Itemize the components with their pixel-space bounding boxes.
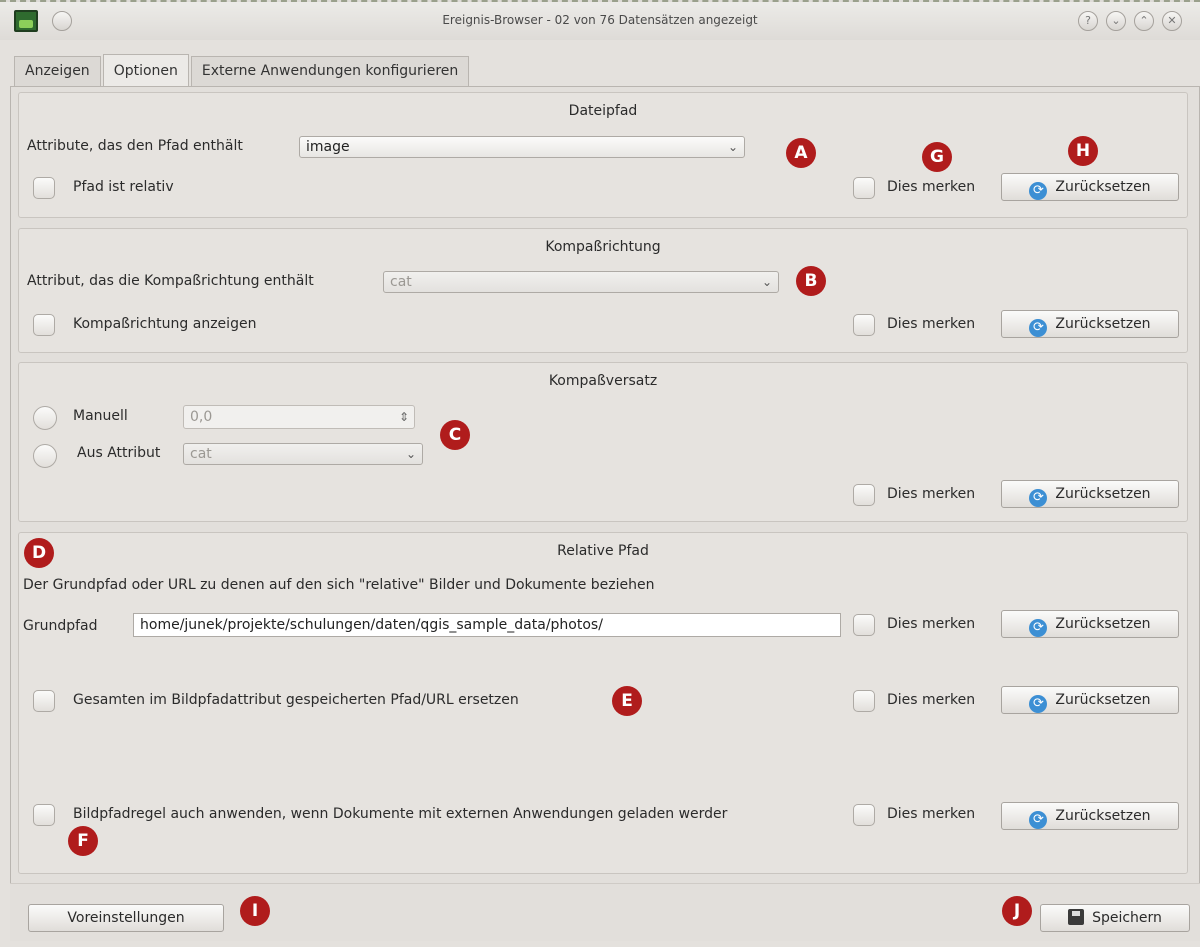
path-attribute-value: image [306,139,350,155]
annotation-marker-i: I [240,896,270,926]
remember-label-dateipfad: Dies merken [887,179,976,195]
annotation-marker-a: A [786,138,816,168]
refresh-icon: ⟳ [1029,319,1048,337]
remember-checkbox-grundpfad[interactable] [853,614,875,636]
from-attribute-label: Aus Attribut [77,445,161,461]
remember-checkbox-dateipfad[interactable] [853,177,875,199]
annotation-marker-c: C [440,420,470,450]
spin-updown-icon: ⇕ [398,410,409,424]
remember-label-kompassrichtung: Dies merken [887,316,976,332]
tab-optionen[interactable]: Optionen [102,54,189,86]
group-relative-pfad: Relative Pfad Der Grundpfad oder URL zu … [18,532,1188,874]
reset-label: Zurücksetzen [1055,486,1151,502]
base-path-label: Grundpfad [23,618,98,634]
reset-button-apply[interactable]: ⟳ Zurücksetzen [1001,802,1179,830]
path-attribute-label: Attribute, das den Pfad enthält [27,138,243,154]
group-title-dateipfad: Dateipfad [568,103,638,119]
compass-attribute-value: cat [390,274,412,290]
minimize-button[interactable]: ⌄ [1106,11,1126,31]
path-relative-checkbox[interactable] [33,177,55,199]
save-button[interactable]: Speichern [1040,904,1190,932]
reset-button-replace[interactable]: ⟳ Zurücksetzen [1001,686,1179,714]
reset-button-kompassrichtung[interactable]: ⟳ Zurücksetzen [1001,310,1179,338]
tab-externe-anwendungen[interactable]: Externe Anwendungen konfigurieren [190,56,470,86]
manual-offset-value: 0,0 [190,409,213,425]
refresh-icon: ⟳ [1029,695,1048,713]
annotation-marker-h: H [1068,136,1098,166]
annotation-marker-e: E [612,686,642,716]
help-button[interactable]: ? [1078,11,1098,31]
reset-label: Zurücksetzen [1055,179,1151,195]
chevron-down-icon: ⌄ [405,447,416,461]
remember-label-replace: Dies merken [887,692,976,708]
group-kompassversatz: Kompaßversatz Manuell 0,0 ⇕ Aus Attribut… [18,362,1188,522]
from-attribute-select[interactable]: cat ⌄ [183,443,423,465]
reset-button-dateipfad[interactable]: ⟳ Zurücksetzen [1001,173,1179,201]
compass-show-checkbox[interactable] [33,314,55,336]
annotation-marker-g: G [922,142,952,172]
refresh-icon: ⟳ [1029,811,1048,829]
save-label: Speichern [1092,910,1162,926]
path-attribute-select[interactable]: image ⌄ [299,136,745,158]
apply-rule-checkbox[interactable] [33,804,55,826]
title-bar: Ereignis-Browser - 02 von 76 Datensätzen… [0,0,1200,40]
maximize-button[interactable]: ⌃ [1134,11,1154,31]
from-attribute-radio[interactable] [33,444,57,468]
reset-label: Zurücksetzen [1055,616,1151,632]
base-path-input[interactable]: home/junek/projekte/schulungen/daten/qgi… [133,613,841,637]
remember-label-apply: Dies merken [887,806,976,822]
reset-label: Zurücksetzen [1055,692,1151,708]
path-relative-label: Pfad ist relativ [73,179,174,195]
annotation-marker-b: B [796,266,826,296]
manual-label: Manuell [73,408,128,424]
group-kompassrichtung: Kompaßrichtung Attribut, das die Kompaßr… [18,228,1188,353]
compass-attribute-select[interactable]: cat ⌄ [383,271,779,293]
compass-attribute-label: Attribut, das die Kompaßrichtung enthält [27,273,314,289]
remember-checkbox-kompassversatz[interactable] [853,484,875,506]
remember-checkbox-kompassrichtung[interactable] [853,314,875,336]
remember-checkbox-replace[interactable] [853,690,875,712]
chevron-down-icon: ⌄ [761,275,772,289]
remember-label-kompassversatz: Dies merken [887,486,976,502]
group-title-kompassversatz: Kompaßversatz [548,373,658,389]
window-title: Ereignis-Browser - 02 von 76 Datensätzen… [442,13,758,27]
base-path-description: Der Grundpfad oder URL zu denen auf den … [23,577,655,593]
reset-button-kompassversatz[interactable]: ⟳ Zurücksetzen [1001,480,1179,508]
group-title-relative-pfad: Relative Pfad [557,543,649,559]
refresh-icon: ⟳ [1029,619,1048,637]
remember-checkbox-apply[interactable] [853,804,875,826]
defaults-button[interactable]: Voreinstellungen [28,904,224,932]
group-title-kompassrichtung: Kompaßrichtung [545,239,661,255]
replace-path-checkbox[interactable] [33,690,55,712]
annotation-marker-f: F [68,826,98,856]
reset-label: Zurücksetzen [1055,808,1151,824]
tab-anzeigen[interactable]: Anzeigen [14,56,101,86]
annotation-marker-d: D [24,538,54,568]
reset-button-grundpfad[interactable]: ⟳ Zurücksetzen [1001,610,1179,638]
group-dateipfad: Dateipfad Attribute, das den Pfad enthäl… [18,92,1188,218]
annotation-marker-j: J [1002,896,1032,926]
refresh-icon: ⟳ [1029,182,1048,200]
reset-label: Zurücksetzen [1055,316,1151,332]
manual-offset-spinbox[interactable]: 0,0 ⇕ [183,405,415,429]
close-button[interactable]: ✕ [1162,11,1182,31]
save-icon [1068,909,1085,925]
apply-rule-label: Bildpfadregel auch anwenden, wenn Dokume… [73,806,728,822]
tab-bar: Anzeigen Optionen Externe Anwendungen ko… [14,54,471,86]
replace-path-label: Gesamten im Bildpfadattribut gespeichert… [73,692,519,708]
refresh-icon: ⟳ [1029,489,1048,507]
chevron-down-icon: ⌄ [727,140,738,154]
compass-show-label: Kompaßrichtung anzeigen [73,316,257,332]
manual-radio[interactable] [33,406,57,430]
from-attribute-value: cat [190,446,212,462]
remember-label-grundpfad: Dies merken [887,616,976,632]
